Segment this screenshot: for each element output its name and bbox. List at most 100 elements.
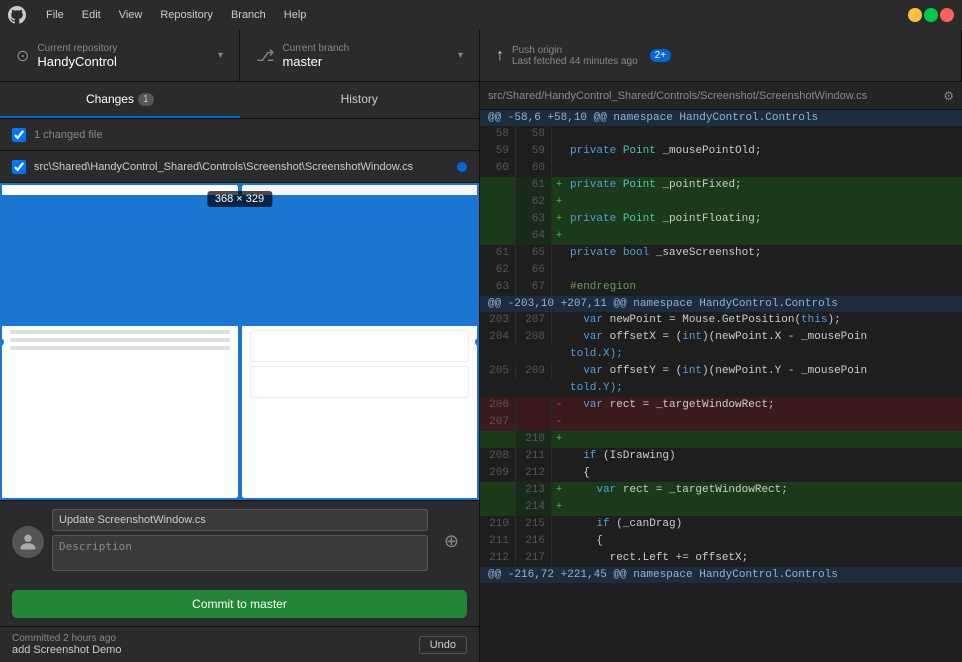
- main-layout: Changes 1 History 1 changed file src\Sha…: [0, 82, 962, 662]
- file-modified-dot: [457, 162, 467, 172]
- diff-file-path: src/Shared/HandyControl_Shared/Controls/…: [488, 90, 943, 102]
- diff-line: 63 67 #endregion: [480, 279, 962, 296]
- diff-line: 205 209 var offsetY = (int)(newPoint.Y -…: [480, 363, 962, 380]
- push-badge: 2+: [650, 49, 671, 62]
- diff-line: 203 207 var newPoint = Mouse.GetPosition…: [480, 312, 962, 329]
- diff-line: 211 216 {: [480, 533, 962, 550]
- diff-resize-divider[interactable]: [240, 183, 242, 500]
- diff-after-panel: [240, 183, 480, 500]
- github-logo: [8, 6, 26, 24]
- push-origin-section[interactable]: ↑ Push origin Last fetched 44 minutes ag…: [480, 30, 962, 81]
- file-checkbox[interactable]: [12, 160, 26, 174]
- hunk-header-3: @@ -216,72 +221,45 @@ namespace HandyCon…: [480, 567, 962, 583]
- diff-line-add: 214 +: [480, 499, 962, 516]
- diff-line: 61 65 private bool _saveScreenshot;: [480, 245, 962, 262]
- changed-files-header: 1 changed file: [0, 119, 479, 151]
- diff-line-add: 61 + private Point _pointFixed;: [480, 177, 962, 194]
- diff-line: 212 217 rect.Left += offsetX;: [480, 550, 962, 567]
- diff-line-del: 206 - var rect = _targetWindowRect;: [480, 397, 962, 414]
- changed-count: 1 changed file: [34, 129, 103, 141]
- diff-line-del: 207 -: [480, 414, 962, 431]
- right-panel: src/Shared/HandyControl_Shared/Controls/…: [480, 82, 962, 662]
- repo-icon: ⊙: [16, 46, 29, 66]
- commit-description-input[interactable]: Description: [52, 535, 428, 571]
- menu-view[interactable]: View: [111, 7, 151, 23]
- diff-line: 204 208 var offsetX = (int)(newPoint.X -…: [480, 329, 962, 346]
- select-all-checkbox[interactable]: [12, 128, 26, 142]
- undo-button[interactable]: Undo: [419, 636, 467, 654]
- diff-line-add: 64 +: [480, 228, 962, 245]
- diff-line: 208 211 if (IsDrawing): [480, 448, 962, 465]
- diff-line: 210 215 if (_canDrag): [480, 516, 962, 533]
- changes-badge: 1: [138, 93, 154, 106]
- commit-user-row: Description ⊕: [0, 501, 479, 582]
- commit-button[interactable]: Commit to master: [12, 590, 467, 618]
- menu-bar: File Edit View Repository Branch Help: [38, 7, 314, 23]
- push-arrow-icon: ↑: [496, 47, 504, 65]
- diff-blue-block: [2, 195, 238, 326]
- push-sub: Last fetched 44 minutes ago: [512, 56, 638, 67]
- coauthor-button[interactable]: ⊕: [436, 527, 467, 556]
- menu-help[interactable]: Help: [276, 7, 315, 23]
- repo-label: Current repository: [37, 43, 117, 54]
- commit-section: Description ⊕ Commit to master: [0, 500, 479, 626]
- close-button[interactable]: [940, 8, 954, 22]
- diff-line-add: 213 + var rect = _targetWindowRect;: [480, 482, 962, 499]
- diff-content[interactable]: @@ -58,6 +58,10 @@ namespace HandyContro…: [480, 110, 962, 662]
- file-item[interactable]: src\Shared\HandyControl_Shared\Controls\…: [0, 151, 479, 183]
- user-avatar: [12, 526, 44, 558]
- bottom-commit-info: Committed 2 hours ago add Screenshot Dem…: [12, 633, 121, 656]
- diff-file-header: src/Shared/HandyControl_Shared/Controls/…: [480, 82, 962, 110]
- diff-line-add: 63 + private Point _pointFloating;: [480, 211, 962, 228]
- diff-line: 209 212 {: [480, 465, 962, 482]
- commit-time: Committed 2 hours ago: [12, 633, 121, 644]
- file-path: src\Shared\HandyControl_Shared\Controls\…: [34, 161, 453, 173]
- titlebar: File Edit View Repository Branch Help: [0, 0, 962, 30]
- diff-line-add: 62 +: [480, 194, 962, 211]
- diff-line: 60 60: [480, 160, 962, 177]
- commit-button-row: Commit to master: [0, 582, 479, 626]
- topbar: ⊙ Current repository HandyControl ▾ ⎇ Cu…: [0, 30, 962, 82]
- diff-line-add: 210 +: [480, 431, 962, 448]
- current-branch-section[interactable]: ⎇ Current branch master ▾: [240, 30, 480, 81]
- hunk-header-1: @@ -58,6 +58,10 @@ namespace HandyContro…: [480, 110, 962, 126]
- commit-summary-input[interactable]: [52, 509, 428, 531]
- tab-changes[interactable]: Changes 1: [0, 82, 240, 118]
- bottom-bar: Committed 2 hours ago add Screenshot Dem…: [0, 626, 479, 662]
- maximize-button[interactable]: [924, 8, 938, 22]
- diff-after-white-area: [242, 326, 478, 498]
- diff-line: 59 59 private Point _mousePointOld;: [480, 143, 962, 160]
- push-label: Push origin: [512, 45, 638, 56]
- diff-options-icon[interactable]: ⚙: [943, 89, 954, 103]
- menu-branch[interactable]: Branch: [223, 7, 274, 23]
- repo-name: HandyControl: [37, 54, 117, 69]
- image-diff-area: 368 × 329: [0, 183, 479, 500]
- left-panel: Changes 1 History 1 changed file src\Sha…: [0, 82, 480, 662]
- window-controls: [908, 8, 954, 22]
- diff-line: told.Y);: [480, 380, 962, 397]
- repo-info: Current repository HandyControl: [37, 43, 117, 69]
- branch-name: master: [282, 54, 349, 69]
- branch-chevron-icon: ▾: [458, 50, 463, 61]
- repo-chevron-icon: ▾: [218, 50, 223, 61]
- menu-repository[interactable]: Repository: [152, 7, 221, 23]
- branch-label: Current branch: [282, 43, 349, 54]
- resize-handle-bottom[interactable]: [236, 496, 244, 500]
- diff-line: 62 66: [480, 262, 962, 279]
- diff-after-blue-block: [242, 195, 478, 326]
- current-repo-section[interactable]: ⊙ Current repository HandyControl ▾: [0, 30, 240, 81]
- resize-handle-right[interactable]: [475, 338, 479, 346]
- minimize-button[interactable]: [908, 8, 922, 22]
- tab-bar: Changes 1 History: [0, 82, 479, 119]
- diff-line: told.X);: [480, 346, 962, 363]
- diff-white-area: [2, 326, 238, 498]
- diff-before-panel: [0, 183, 240, 500]
- commit-message: add Screenshot Demo: [12, 644, 121, 656]
- commit-inputs: Description: [52, 509, 428, 574]
- diff-line: 58 58: [480, 126, 962, 143]
- menu-edit[interactable]: Edit: [74, 7, 109, 23]
- tab-history[interactable]: History: [240, 82, 480, 118]
- hunk-header-2: @@ -203,10 +207,11 @@ namespace HandyCon…: [480, 296, 962, 312]
- diff-dimensions-label: 368 × 329: [207, 191, 272, 207]
- menu-file[interactable]: File: [38, 7, 72, 23]
